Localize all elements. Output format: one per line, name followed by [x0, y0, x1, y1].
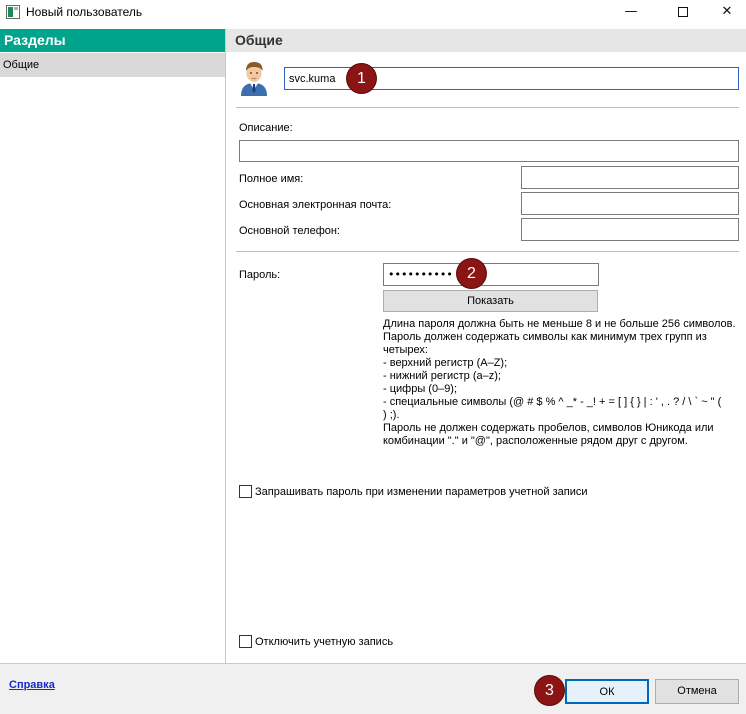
window-title: Новый пользователь: [26, 5, 143, 19]
password-label: Пароль:: [239, 269, 281, 281]
minimize-icon: —: [624, 4, 638, 19]
panel-divider: [225, 29, 226, 663]
hint-line: Пароль не должен содержать пробелов, сим…: [383, 422, 714, 434]
hint-line: Пароль должен содержать символы как мини…: [383, 331, 707, 343]
maximize-icon: [678, 6, 688, 17]
email-label: Основная электронная почта:: [239, 199, 392, 211]
help-link[interactable]: Справка: [9, 679, 55, 691]
sidebar-item-general[interactable]: Общие: [0, 53, 225, 77]
annotation-badge-3: 3: [535, 676, 564, 705]
disable-account-checkbox[interactable]: [239, 635, 252, 648]
fullname-label: Полное имя:: [239, 173, 304, 185]
user-avatar-icon: [241, 62, 267, 96]
hint-line: - специальные символы (@ # $ % ^ _* - _!…: [383, 396, 722, 408]
email-input[interactable]: [521, 192, 739, 215]
fullname-input[interactable]: [521, 166, 739, 189]
hint-line: ) ;).: [383, 409, 400, 421]
hint-line: - нижний регистр (a–z);: [383, 370, 501, 382]
annotation-badge-1: 1: [347, 64, 376, 93]
cancel-button[interactable]: Отмена: [655, 679, 739, 704]
description-input[interactable]: [239, 140, 739, 162]
sidebar-header: Разделы: [0, 29, 225, 52]
separator: [236, 251, 739, 252]
separator: [236, 107, 739, 108]
hint-line: - верхний регистр (A–Z);: [383, 357, 508, 369]
phone-label: Основной телефон:: [239, 225, 340, 237]
section-title: Общие: [226, 29, 746, 52]
maximize-button[interactable]: [660, 0, 706, 25]
show-password-button[interactable]: Показать: [383, 290, 598, 312]
minimize-button[interactable]: —: [608, 0, 654, 25]
close-button[interactable]: ✕: [704, 0, 746, 25]
require-password-change-option[interactable]: Запрашивать пароль при изменении парамет…: [239, 485, 588, 498]
close-icon: ✕: [721, 4, 733, 19]
hint-line: комбинации "." и "@", расположенные рядо…: [383, 435, 688, 447]
disable-account-label: Отключить учетную запись: [255, 635, 394, 648]
hint-line: - цифры (0–9);: [383, 383, 458, 395]
app-window-icon: [6, 5, 20, 19]
disable-account-option[interactable]: Отключить учетную запись: [239, 635, 393, 648]
annotation-badge-2: 2: [457, 259, 486, 288]
description-label: Описание:: [239, 122, 293, 134]
hint-line: Длина пароля должна быть не меньше 8 и н…: [383, 318, 736, 330]
ok-button[interactable]: ОК: [565, 679, 649, 704]
require-password-change-label: Запрашивать пароль при изменении парамет…: [255, 485, 588, 498]
title-bar: Новый пользователь — ✕: [0, 0, 746, 25]
hint-line: четырех:: [383, 344, 428, 356]
phone-input[interactable]: [521, 218, 739, 241]
password-requirements: Длина пароля должна быть не меньше 8 и н…: [383, 318, 743, 448]
password-input[interactable]: [383, 263, 599, 286]
require-password-change-checkbox[interactable]: [239, 485, 252, 498]
